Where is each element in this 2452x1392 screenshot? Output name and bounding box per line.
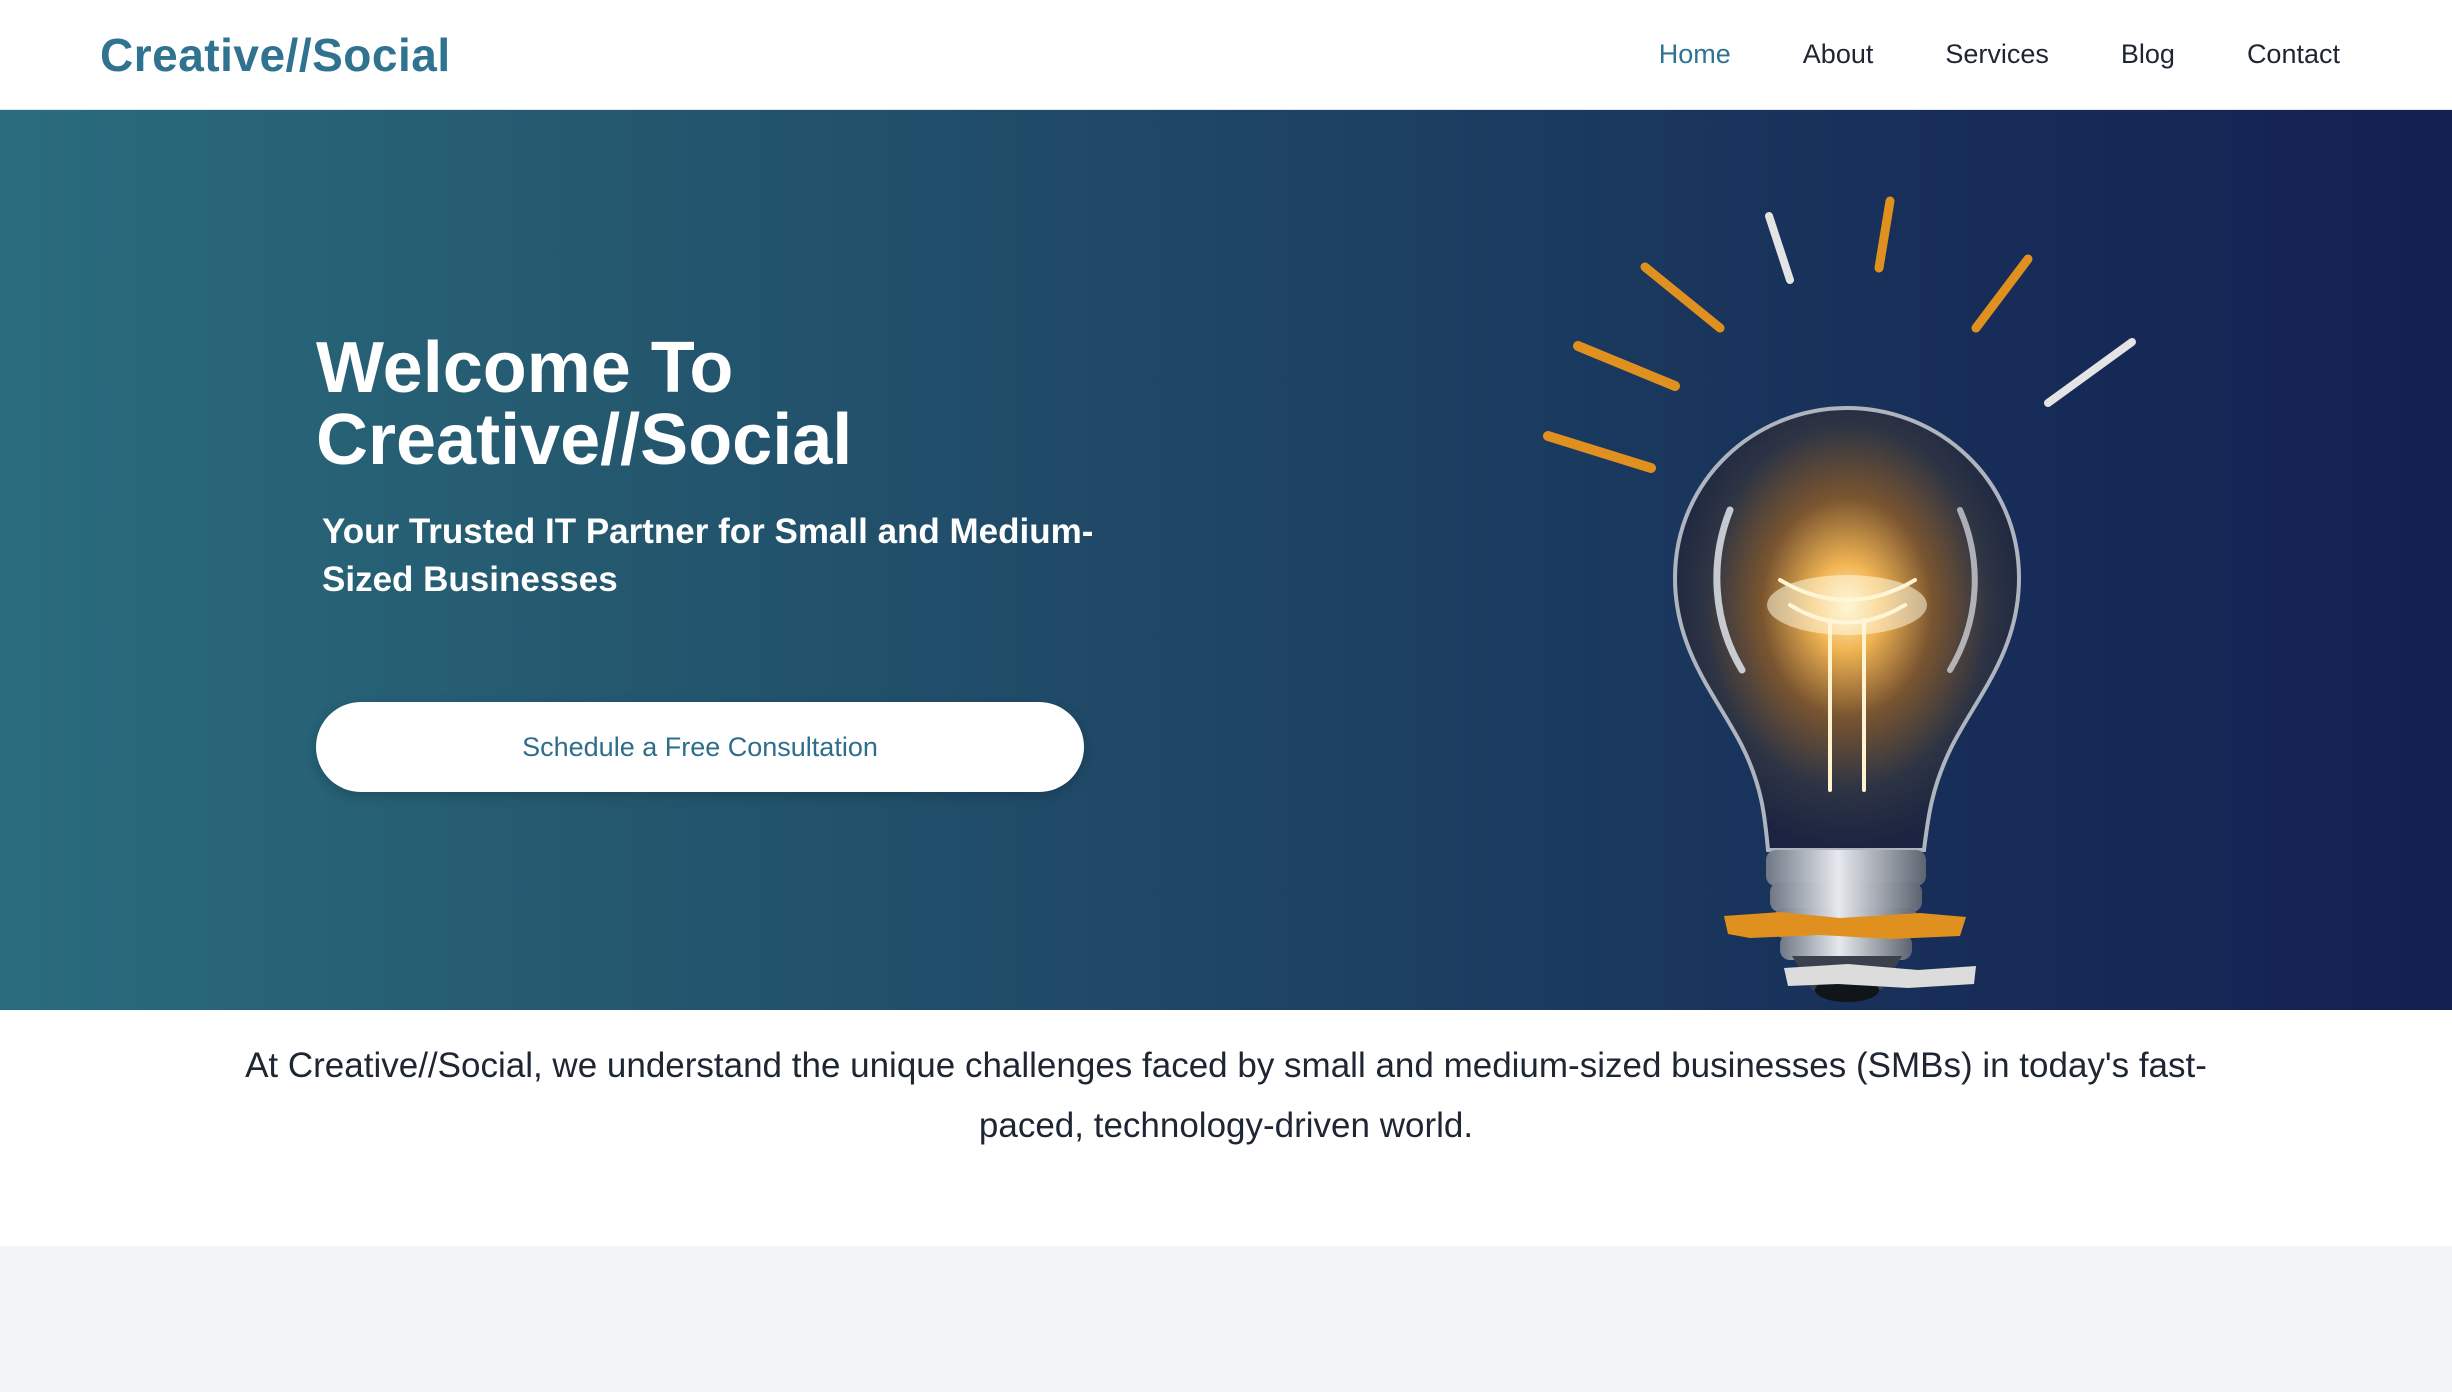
next-section bbox=[0, 1246, 2452, 1392]
nav-blog[interactable]: Blog bbox=[2121, 36, 2175, 72]
nav-services[interactable]: Services bbox=[1945, 36, 2049, 72]
hero-title-line1: Welcome To bbox=[316, 328, 734, 408]
nav-contact[interactable]: Contact bbox=[2247, 36, 2340, 72]
schedule-consultation-button[interactable]: Schedule a Free Consultation bbox=[316, 702, 1084, 792]
main-nav: Home About Services Blog Contact bbox=[1587, 36, 2340, 72]
intro-section: At Creative//Social, we understand the u… bbox=[0, 1010, 2452, 1246]
hero-subtitle: Your Trusted IT Partner for Small and Me… bbox=[322, 512, 1094, 599]
hero-section: Welcome To Creative//Social Your Trusted… bbox=[0, 110, 2452, 1010]
intro-text: At Creative//Social, we understand the u… bbox=[245, 1046, 2207, 1145]
paint-stroke-white bbox=[1784, 964, 1976, 988]
site-header: Creative//Social Home About Services Blo… bbox=[0, 0, 2452, 110]
paint-stroke-orange bbox=[1724, 912, 1966, 939]
lightbulb-icon bbox=[1543, 196, 2136, 1002]
site-logo[interactable]: Creative//Social bbox=[100, 26, 451, 84]
nav-home[interactable]: Home bbox=[1659, 36, 1731, 72]
hero-title: Welcome To Creative//Social bbox=[316, 332, 1216, 476]
hero-title-line2: Creative//Social bbox=[316, 400, 853, 480]
nav-about[interactable]: About bbox=[1803, 36, 1874, 72]
